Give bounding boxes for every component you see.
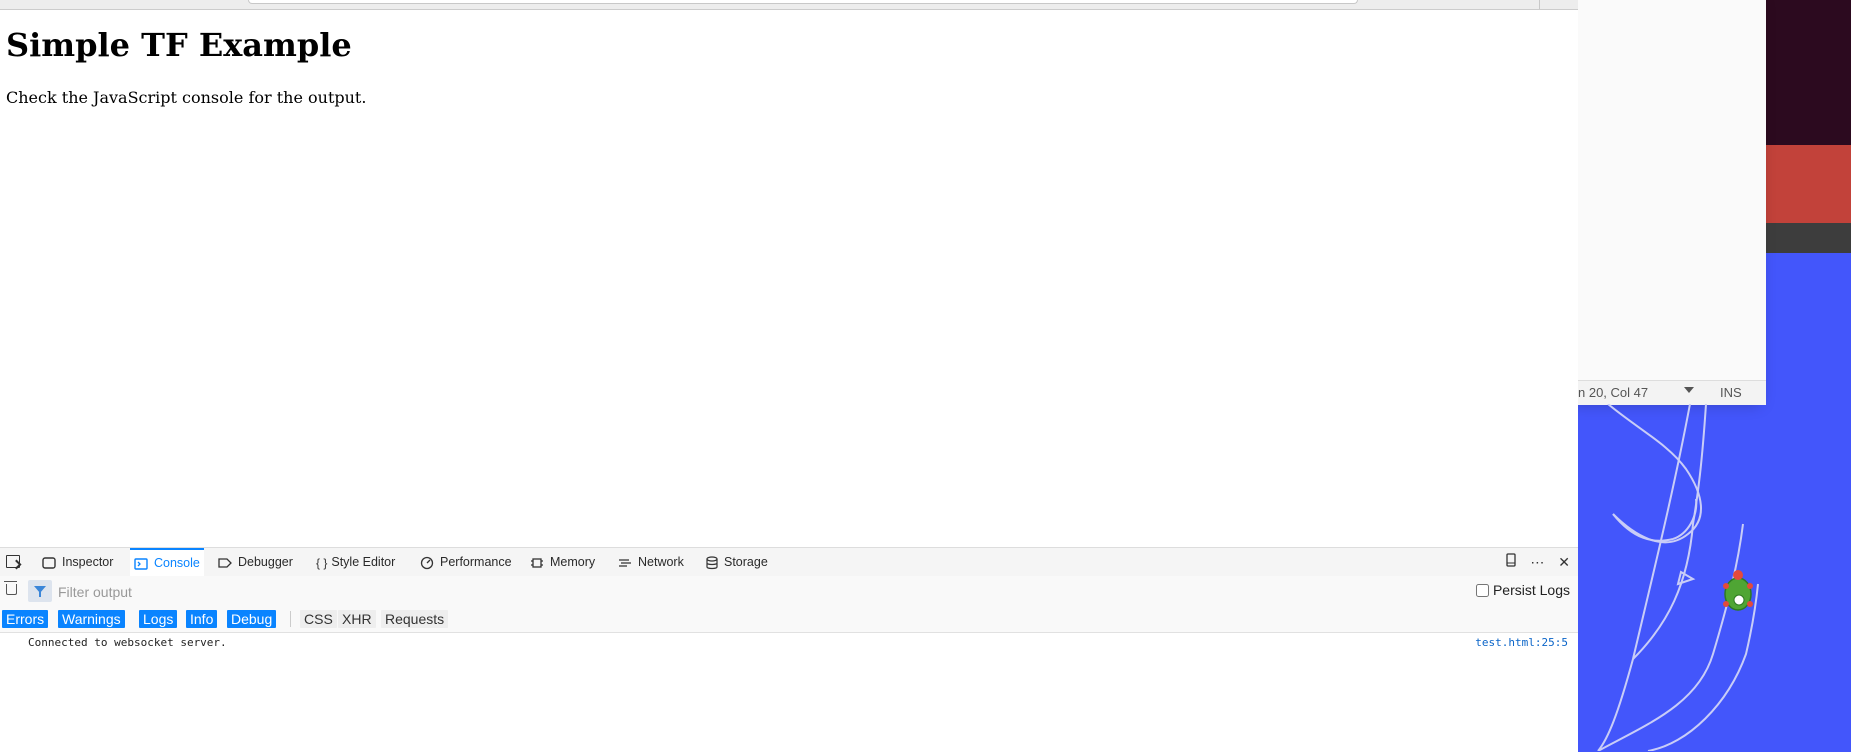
tab-debugger-label: Debugger: [238, 555, 293, 569]
toolbar-divider: [1539, 0, 1540, 9]
background-window-bar: [1766, 223, 1851, 253]
chevron-down-icon[interactable]: [1684, 387, 1694, 393]
filter-info-button[interactable]: Info: [186, 610, 218, 628]
persist-logs-checkbox[interactable]: [1475, 584, 1489, 597]
performance-icon: [420, 556, 434, 569]
memory-icon: [531, 558, 543, 568]
turtle-canvas: [1597, 404, 1759, 751]
filter-errors-button[interactable]: Errors: [2, 610, 49, 628]
filter-warnings-button[interactable]: Warnings: [58, 610, 125, 628]
page-text: Check the JavaScript console for the out…: [6, 88, 367, 107]
text-editor-window: [1578, 0, 1766, 404]
tab-inspector[interactable]: Inspector: [38, 548, 117, 576]
style-editor-icon: { }: [316, 555, 328, 570]
tab-network-label: Network: [638, 555, 684, 569]
tab-inspector-label: Inspector: [62, 555, 114, 569]
filter-debug-button[interactable]: Debug: [227, 610, 277, 628]
network-icon: [619, 559, 631, 567]
tab-console[interactable]: Console: [130, 548, 204, 576]
filter-output-input[interactable]: [56, 581, 1360, 603]
persist-logs-toggle[interactable]: Persist Logs: [1475, 582, 1570, 598]
console-message: Connected to websocket server. test.html…: [0, 633, 1578, 651]
element-picker-icon[interactable]: [6, 555, 20, 568]
turtle-icon: [1723, 570, 1753, 611]
console-output: Connected to websocket server. test.html…: [0, 633, 1578, 651]
url-bar[interactable]: [248, 0, 1358, 4]
tab-debugger[interactable]: Debugger: [214, 548, 297, 576]
tab-style-editor-label: Style Editor: [331, 555, 396, 569]
console-message-text: Connected to websocket server.: [28, 636, 227, 649]
tab-performance[interactable]: Performance: [416, 548, 516, 576]
filter-toggle-icon[interactable]: [28, 580, 52, 602]
filter-xhr-button[interactable]: XHR: [338, 610, 376, 628]
filter-logs-button[interactable]: Logs: [139, 610, 178, 628]
tab-memory-label: Memory: [550, 555, 596, 569]
page-title: Simple TF Example: [6, 26, 352, 64]
devtools-window-controls: ⋯ ✕: [1496, 553, 1570, 571]
responsive-design-icon[interactable]: [1506, 553, 1517, 570]
inspector-icon: [42, 557, 56, 569]
tab-memory[interactable]: Memory: [526, 548, 599, 576]
browser-window: Simple TF Example Check the JavaScript c…: [0, 0, 1578, 752]
editor-insert-mode: INS: [1720, 385, 1742, 400]
close-icon[interactable]: ✕: [1558, 554, 1570, 571]
tab-network[interactable]: Network: [614, 548, 688, 576]
clear-console-icon[interactable]: [4, 581, 17, 595]
filter-requests-button[interactable]: Requests: [381, 610, 449, 628]
persist-logs-label: Persist Logs: [1492, 582, 1570, 598]
log-level-filters: Errors Warnings Logs Info Debug CSS XHR …: [0, 606, 1578, 633]
editor-cursor-position: n 20, Col 47: [1578, 385, 1649, 400]
tab-performance-label: Performance: [440, 555, 512, 569]
more-options-icon[interactable]: ⋯: [1530, 554, 1544, 571]
tab-storage[interactable]: Storage: [702, 548, 772, 576]
devtools-panel: Inspector Console Debugger { } Style Edit…: [0, 547, 1578, 752]
storage-icon: [706, 556, 718, 569]
tab-style-editor[interactable]: { } Style Editor: [312, 548, 399, 576]
debugger-icon: [218, 558, 232, 568]
tab-storage-label: Storage: [724, 555, 768, 569]
console-message-source-link[interactable]: test.html:25:5: [1475, 636, 1568, 649]
editor-statusbar: n 20, Col 47 INS: [1578, 380, 1766, 405]
tab-console-label: Console: [154, 556, 200, 570]
background-window-red: [1766, 145, 1851, 223]
filter-css-button[interactable]: CSS: [300, 610, 337, 628]
browser-toolbar-edge: [0, 0, 1578, 10]
console-filter-bar: Persist Logs: [0, 576, 1578, 607]
devtools-toolbar: Inspector Console Debugger { } Style Edit…: [0, 548, 1578, 577]
filter-divider: [290, 611, 291, 627]
console-icon: [134, 558, 148, 570]
background-window-dark: [1766, 0, 1851, 145]
